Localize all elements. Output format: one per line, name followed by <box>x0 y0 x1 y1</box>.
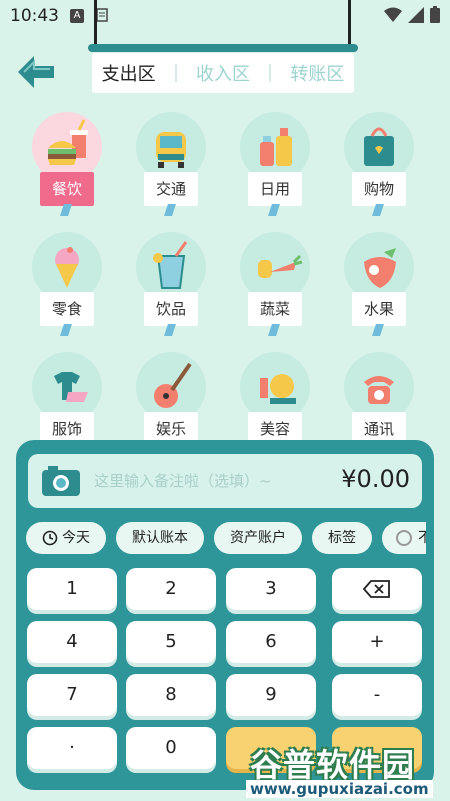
key-2[interactable]: 2 <box>126 568 216 610</box>
note-input[interactable]: 这里输入备注啦（选填）~ <box>94 470 272 491</box>
key-6[interactable]: 6 <box>226 621 316 663</box>
watermark-url: www.gupuxiazai.com <box>246 780 433 798</box>
ledger-button[interactable]: 默认账本 <box>116 522 204 554</box>
keypad-panel: 这里输入备注啦（选填）~ ¥0.00 今天 默认账本 资产账户 标签 不 1 2… <box>16 440 434 790</box>
category-shopping[interactable]: 购物 <box>330 108 426 218</box>
signal-icon <box>408 6 424 23</box>
radio-icon <box>396 530 412 546</box>
options-bar: 今天 默认账本 资产账户 标签 不 <box>26 522 426 556</box>
watermark: 谷普软件园 www.gupuxiazai.com <box>246 740 446 798</box>
tab-divider <box>174 64 177 82</box>
category-label: 购物 <box>352 172 406 206</box>
notification-icon <box>96 8 108 22</box>
category-dining[interactable]: 餐饮 <box>18 108 114 218</box>
notification-a-icon: A <box>70 9 84 23</box>
minus-key[interactable]: - <box>332 674 422 716</box>
tab-divider <box>269 64 272 82</box>
category-label: 日用 <box>248 172 302 206</box>
note-bar: 这里输入备注啦（选填）~ ¥0.00 <box>28 454 422 508</box>
key-3[interactable]: 3 <box>226 568 316 610</box>
date-label: 今天 <box>62 530 90 546</box>
category-label: 交通 <box>144 172 198 206</box>
hanging-string-right <box>348 0 351 48</box>
dot-key[interactable]: · <box>27 727 117 769</box>
tab-income[interactable]: 收入区 <box>196 60 250 86</box>
key-5[interactable]: 5 <box>126 621 216 663</box>
exclude-toggle[interactable]: 不 <box>382 522 426 554</box>
date-button[interactable]: 今天 <box>26 522 106 554</box>
back-arrow-icon[interactable] <box>14 52 58 92</box>
tab-bar: 支出区 收入区 转账区 <box>92 53 354 93</box>
exclude-label: 不 <box>418 530 426 546</box>
category-vegetables[interactable]: 蔬菜 <box>226 228 322 338</box>
account-button[interactable]: 资产账户 <box>214 522 302 554</box>
category-daily[interactable]: 日用 <box>226 108 322 218</box>
camera-icon[interactable] <box>40 464 82 498</box>
key-7[interactable]: 7 <box>27 674 117 716</box>
tab-board: 支出区 收入区 转账区 <box>88 44 358 96</box>
backspace-key[interactable] <box>332 568 422 610</box>
key-8[interactable]: 8 <box>126 674 216 716</box>
hanging-string-left <box>94 0 97 48</box>
key-0[interactable]: 0 <box>126 727 216 769</box>
category-transport[interactable]: 交通 <box>122 108 218 218</box>
clock-icon <box>42 530 58 546</box>
key-9[interactable]: 9 <box>226 674 316 716</box>
category-label: 蔬菜 <box>248 292 302 326</box>
category-label: 零食 <box>40 292 94 326</box>
category-label: 水果 <box>352 292 406 326</box>
backspace-icon <box>362 580 390 598</box>
category-label: 餐饮 <box>40 172 94 206</box>
status-bar: 10:43 A <box>0 0 450 30</box>
plus-key[interactable]: + <box>332 621 422 663</box>
amount-display: ¥0.00 <box>341 465 410 493</box>
tab-transfer[interactable]: 转账区 <box>290 60 344 86</box>
category-drinks[interactable]: 饮品 <box>122 228 218 338</box>
key-4[interactable]: 4 <box>27 621 117 663</box>
tag-button[interactable]: 标签 <box>312 522 372 554</box>
tab-rail <box>88 44 358 52</box>
battery-icon <box>430 6 440 23</box>
tab-expense[interactable]: 支出区 <box>102 60 156 86</box>
key-1[interactable]: 1 <box>27 568 117 610</box>
category-snacks[interactable]: 零食 <box>18 228 114 338</box>
status-time: 10:43 <box>10 6 59 26</box>
wifi-icon <box>384 7 402 22</box>
category-label: 饮品 <box>144 292 198 326</box>
category-fruit[interactable]: 水果 <box>330 228 426 338</box>
